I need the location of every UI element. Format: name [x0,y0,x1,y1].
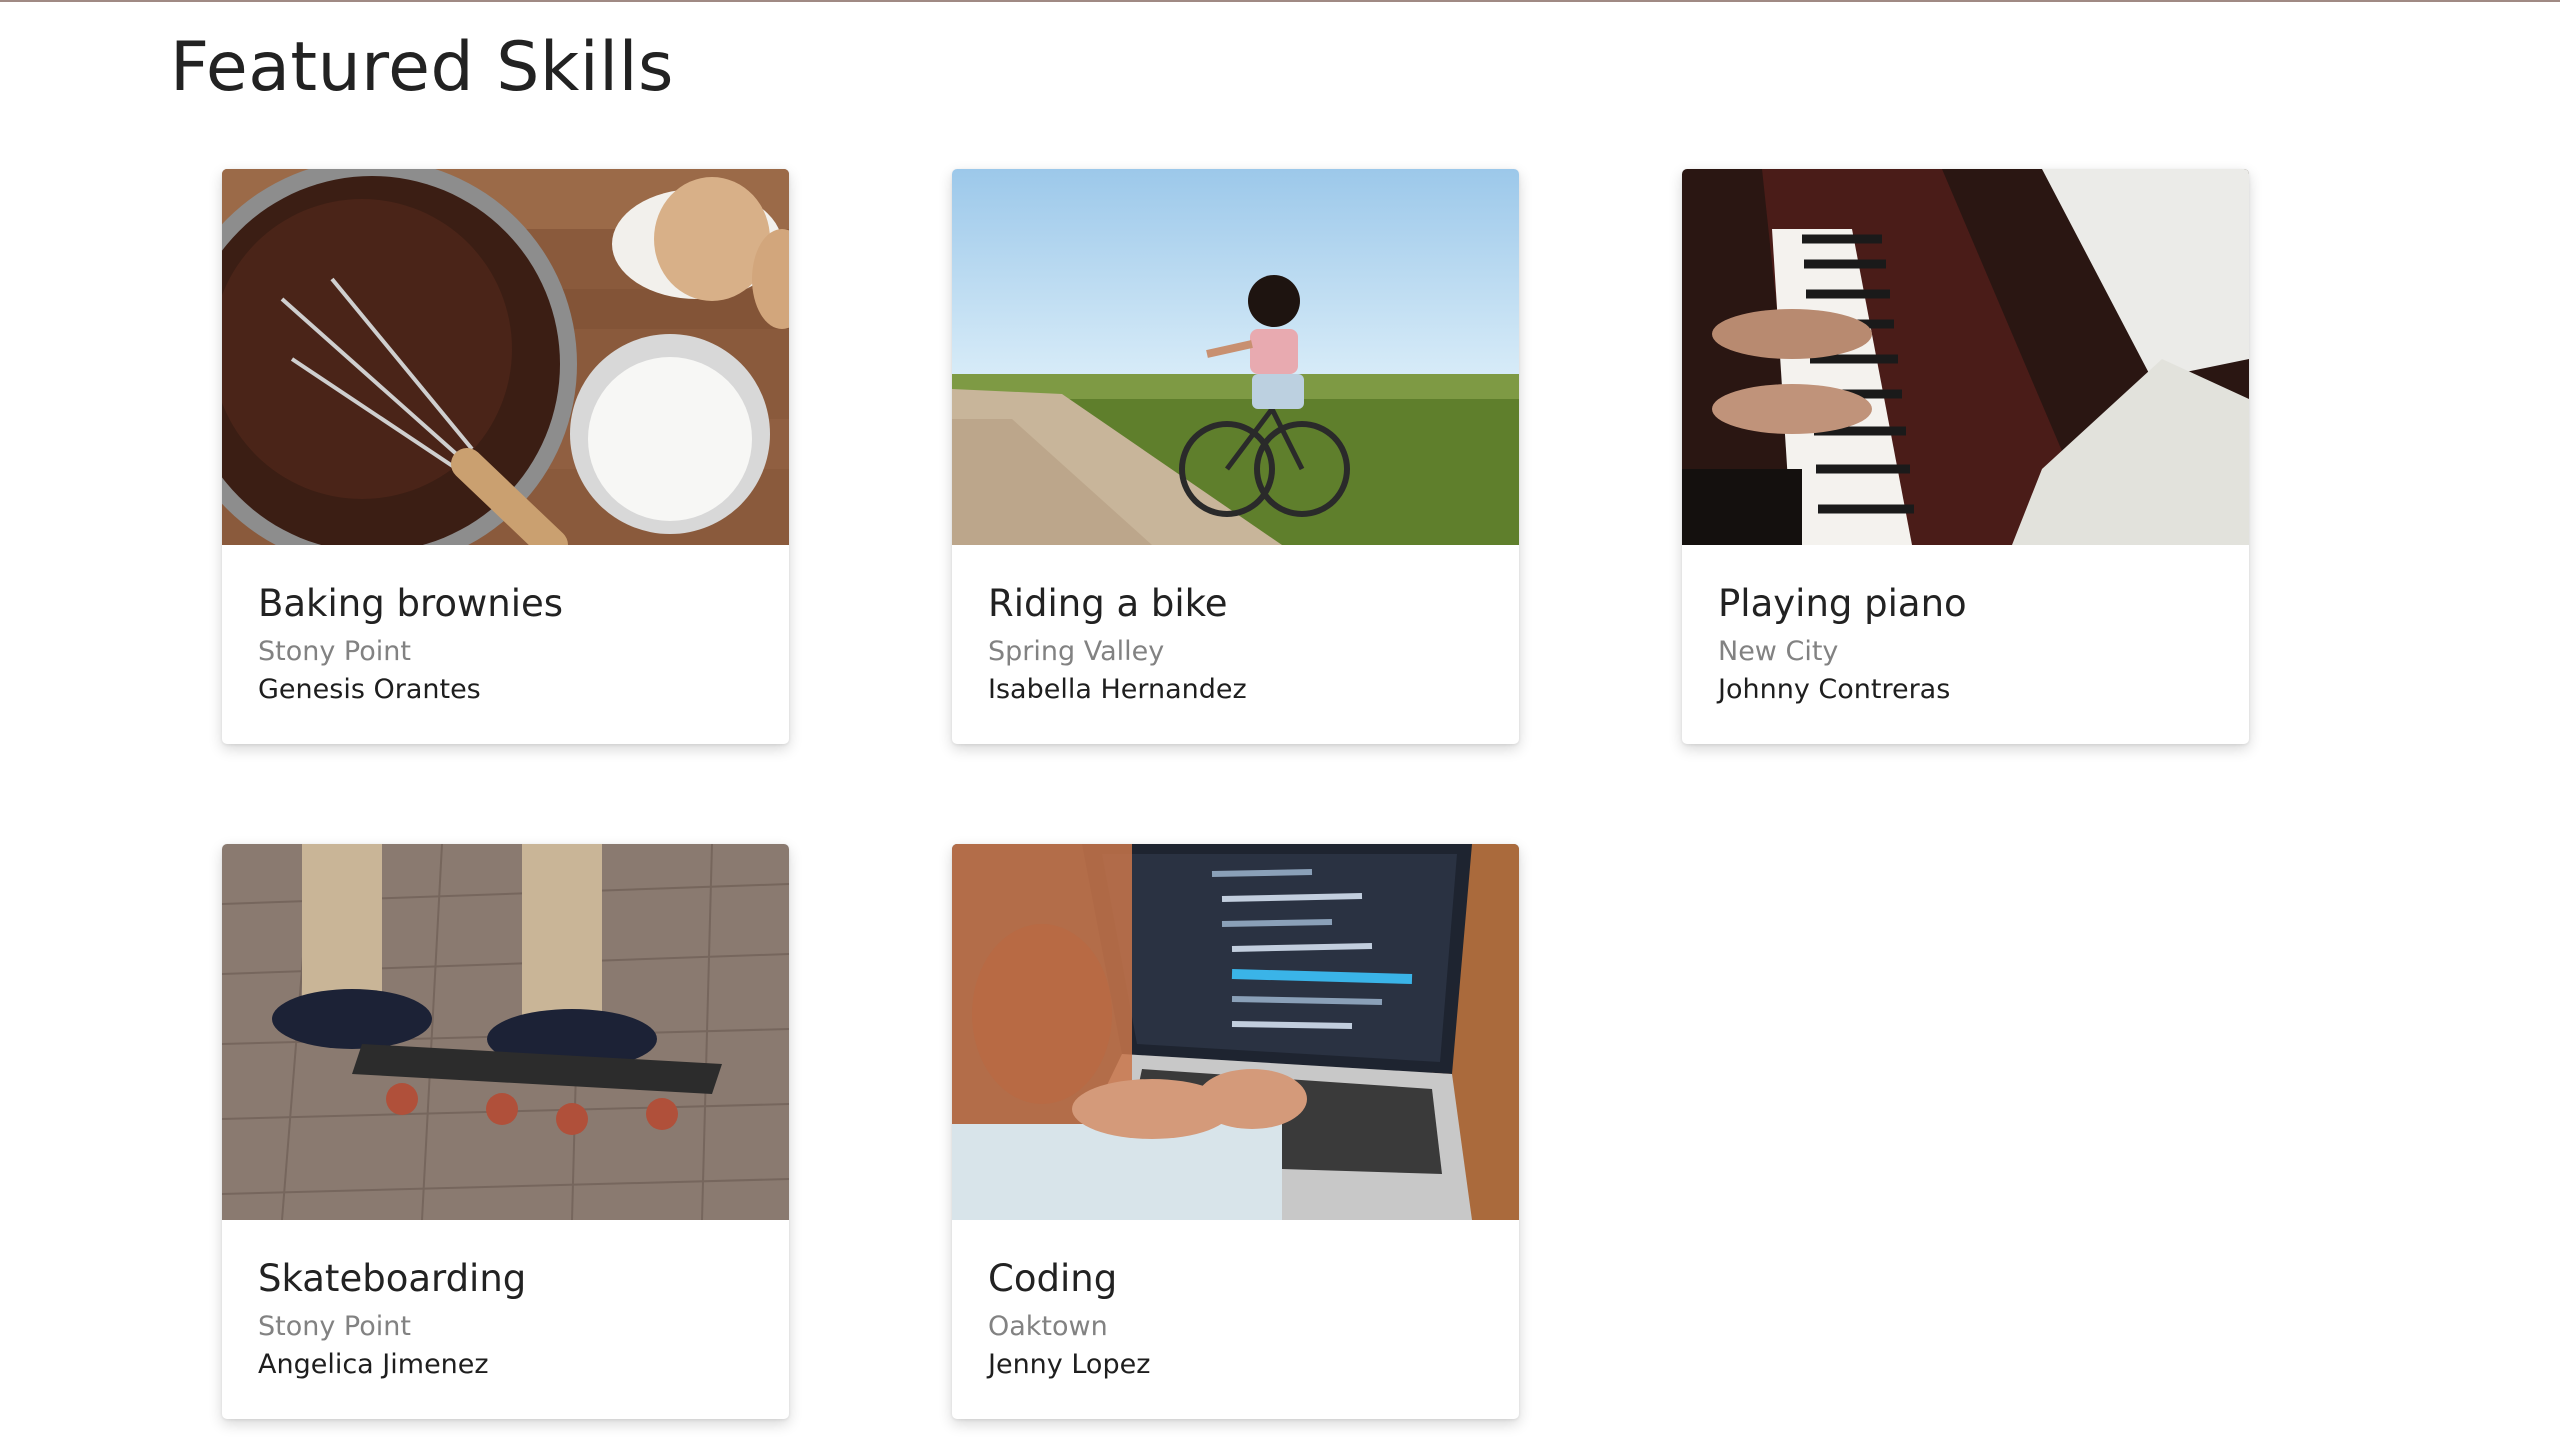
skill-card-playing-piano[interactable]: Playing piano New City Johnny Contreras [1682,169,2249,744]
skill-person: Angelica Jimenez [258,1349,489,1380]
coding-photo [952,844,1519,1220]
skill-title: Baking brownies [258,582,564,625]
skill-person: Genesis Orantes [258,674,481,705]
featured-skills-page: Featured Skills Baking brownies Stony Po… [0,0,2560,1444]
skill-location: New City [1718,636,1839,667]
skill-person: Isabella Hernandez [988,674,1247,705]
skill-card-coding[interactable]: Coding Oaktown Jenny Lopez [952,844,1519,1419]
skill-location: Stony Point [258,636,411,667]
skill-card-riding-a-bike[interactable]: Riding a bike Spring Valley Isabella Her… [952,169,1519,744]
skill-location: Oaktown [988,1311,1108,1342]
skill-title: Coding [988,1257,1118,1300]
skill-person: Johnny Contreras [1718,674,1951,705]
skateboard-photo [222,844,789,1220]
piano-photo [1682,169,2249,545]
cycling-photo [952,169,1519,545]
skill-title: Riding a bike [988,582,1228,625]
page-title: Featured Skills [170,28,674,107]
baking-photo [222,169,789,545]
skill-title: Skateboarding [258,1257,527,1300]
skill-title: Playing piano [1718,582,1967,625]
skill-location: Stony Point [258,1311,411,1342]
skill-card-skateboarding[interactable]: Skateboarding Stony Point Angelica Jimen… [222,844,789,1419]
skill-card-baking-brownies[interactable]: Baking brownies Stony Point Genesis Oran… [222,169,789,744]
skill-person: Jenny Lopez [988,1349,1151,1380]
skill-location: Spring Valley [988,636,1165,667]
